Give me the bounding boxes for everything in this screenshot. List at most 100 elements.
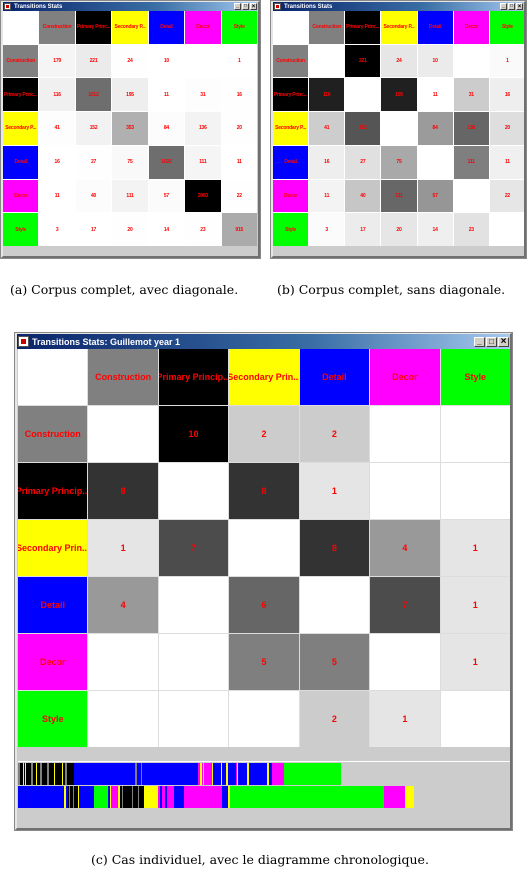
matrix-corner bbox=[273, 11, 309, 44]
horizontal-scrollbar[interactable] bbox=[18, 748, 510, 762]
matrix-cell: 16 bbox=[39, 145, 75, 179]
minimize-button[interactable]: _ bbox=[234, 3, 241, 10]
transitions-window-corpus-with-diagonal: Transitions Stats _ □ × Construction Prim… bbox=[0, 0, 261, 259]
row-header[interactable]: Primary Princ... bbox=[3, 78, 39, 112]
column-header[interactable]: Decor bbox=[370, 349, 440, 405]
column-header[interactable]: Construction bbox=[88, 349, 158, 405]
close-button[interactable]: × bbox=[250, 3, 257, 10]
maximize-button[interactable]: □ bbox=[486, 336, 497, 347]
transition-matrix: Construction Primary Princ... Secondary P.… bbox=[273, 11, 525, 246]
matrix-cell: 152 bbox=[345, 112, 381, 145]
matrix-cell: 14 bbox=[148, 213, 185, 246]
row-header[interactable]: Secondary P... bbox=[273, 112, 309, 145]
column-header[interactable]: Decor bbox=[453, 11, 489, 44]
matrix-cell: 8 bbox=[299, 520, 370, 576]
row-header[interactable]: Primary Princip... bbox=[18, 463, 88, 519]
window-titlebar[interactable]: Transitions Stats _ □ × bbox=[272, 2, 525, 11]
column-header[interactable]: Detail bbox=[299, 349, 370, 405]
row-header[interactable]: Construction bbox=[3, 44, 39, 78]
matrix-cell: 40 bbox=[75, 179, 112, 213]
minimize-button[interactable]: _ bbox=[500, 3, 507, 10]
matrix-cell bbox=[440, 463, 510, 519]
timeline-segment bbox=[204, 763, 212, 785]
window-title: Transitions Stats bbox=[284, 3, 333, 10]
row-header[interactable]: Style bbox=[18, 691, 88, 747]
matrix-cell: 22 bbox=[221, 179, 257, 213]
matrix-cell: 40 bbox=[345, 179, 381, 213]
timeline-segment bbox=[18, 786, 64, 808]
matrix-cell: 57 bbox=[417, 179, 453, 213]
matrix-cell: 16 bbox=[221, 78, 257, 112]
column-header[interactable]: Construction bbox=[309, 11, 345, 44]
matrix-cell: 16 bbox=[309, 145, 345, 179]
timeline-segment bbox=[405, 786, 414, 808]
close-button[interactable]: × bbox=[516, 3, 523, 10]
window-titlebar[interactable]: Transitions Stats _ □ × bbox=[2, 2, 259, 11]
column-header[interactable]: Style bbox=[221, 11, 257, 44]
timeline-segment bbox=[174, 786, 184, 808]
minimize-button[interactable]: _ bbox=[474, 336, 485, 347]
row-header[interactable]: Decor bbox=[18, 634, 88, 690]
matrix-cell bbox=[185, 44, 221, 78]
timeline-segment bbox=[238, 763, 247, 785]
column-header[interactable]: Construction bbox=[39, 11, 75, 44]
matrix-cell: 11 bbox=[309, 179, 345, 213]
matrix-cell: 1 bbox=[489, 44, 525, 78]
matrix-cell: 3 bbox=[309, 213, 345, 246]
row-header[interactable]: Detail bbox=[273, 145, 309, 179]
row-header[interactable]: Construction bbox=[273, 44, 309, 78]
horizontal-scrollbar[interactable] bbox=[273, 246, 525, 254]
column-header[interactable]: Primary Princip... bbox=[158, 349, 229, 405]
column-header[interactable]: Detail bbox=[417, 11, 453, 44]
matrix-cell: 11 bbox=[221, 145, 257, 179]
row-header[interactable]: Style bbox=[3, 213, 39, 246]
column-header[interactable]: Style bbox=[440, 349, 510, 405]
column-header[interactable]: Secondary Prin... bbox=[229, 349, 299, 405]
column-header[interactable]: Detail bbox=[148, 11, 185, 44]
matrix-cell: 195 bbox=[112, 78, 148, 112]
matrix-cell bbox=[309, 44, 345, 78]
matrix-cell: 3 bbox=[39, 213, 75, 246]
row-header[interactable]: Secondary Prin... bbox=[18, 520, 88, 576]
matrix-cell: 41 bbox=[309, 112, 345, 145]
timeline-segment bbox=[230, 786, 384, 808]
transition-matrix: Construction Primary Princip... Secondary … bbox=[18, 349, 510, 747]
matrix-cell: 179 bbox=[39, 44, 75, 78]
matrix-cell: 17 bbox=[345, 213, 381, 246]
matrix-cell: 14 bbox=[417, 213, 453, 246]
row-header[interactable]: Decor bbox=[273, 179, 309, 213]
window-titlebar[interactable]: Transitions Stats: Guillemot year 1 _ □ … bbox=[16, 334, 511, 349]
timeline-segment bbox=[94, 786, 108, 808]
horizontal-scrollbar[interactable] bbox=[3, 246, 257, 254]
matrix-cell: 10 bbox=[148, 44, 185, 78]
matrix-cell: 221 bbox=[75, 44, 112, 78]
matrix-cell: 136 bbox=[453, 112, 489, 145]
window-title: Transitions Stats: Guillemot year 1 bbox=[32, 336, 181, 347]
matrix-cell: 2 bbox=[229, 406, 299, 462]
matrix-cell: 111 bbox=[381, 179, 417, 213]
row-header[interactable]: Detail bbox=[3, 145, 39, 179]
matrix-cell: 23 bbox=[453, 213, 489, 246]
matrix-cell bbox=[158, 634, 229, 690]
row-header[interactable]: Primary Princ... bbox=[273, 78, 309, 112]
column-header[interactable]: Style bbox=[489, 11, 525, 44]
column-header[interactable]: Decor bbox=[185, 11, 221, 44]
matrix-cell bbox=[489, 213, 525, 246]
matrix-cell: 353 bbox=[112, 112, 148, 145]
close-button[interactable]: × bbox=[498, 336, 509, 347]
row-header[interactable]: Detail bbox=[18, 577, 88, 633]
row-header[interactable]: Style bbox=[273, 213, 309, 246]
matrix-cell bbox=[370, 634, 440, 690]
column-header[interactable]: Secondary P... bbox=[381, 11, 417, 44]
row-header[interactable]: Construction bbox=[18, 406, 88, 462]
row-header[interactable]: Secondary P... bbox=[3, 112, 39, 145]
matrix-cell: 27 bbox=[75, 145, 112, 179]
column-header[interactable]: Primary Princ... bbox=[75, 11, 112, 44]
maximize-button[interactable]: □ bbox=[242, 3, 249, 10]
matrix-cell: 20 bbox=[489, 112, 525, 145]
column-header[interactable]: Primary Princ... bbox=[345, 11, 381, 44]
column-header[interactable]: Secondary P... bbox=[112, 11, 148, 44]
matrix-cell: 915 bbox=[221, 213, 257, 246]
row-header[interactable]: Decor bbox=[3, 179, 39, 213]
maximize-button[interactable]: □ bbox=[508, 3, 515, 10]
